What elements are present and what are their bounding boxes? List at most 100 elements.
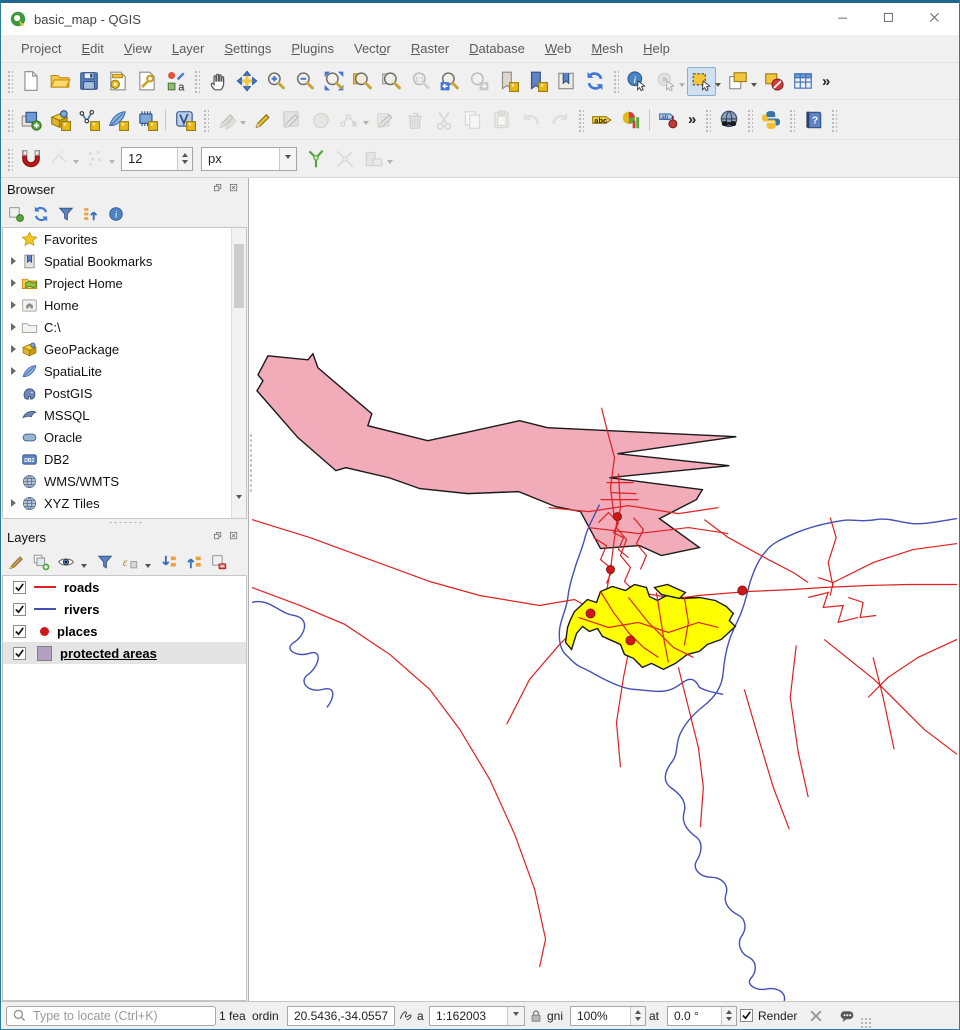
menu-plugins[interactable]: Plugins: [281, 35, 344, 62]
deselect-all-button[interactable]: [759, 67, 788, 96]
select-features-button[interactable]: [687, 67, 716, 96]
collapse-all-button[interactable]: [185, 553, 203, 571]
browser-item-oracle[interactable]: Oracle: [3, 426, 246, 448]
layer-checkbox[interactable]: [13, 625, 26, 638]
new-print-layout-button[interactable]: [103, 67, 132, 96]
expand-arrow-icon[interactable]: [9, 499, 21, 507]
zoom-to-selection-button[interactable]: [348, 67, 377, 96]
stop-render-icon[interactable]: [808, 1008, 824, 1024]
toolbar-overflow-button[interactable]: »: [683, 111, 701, 128]
pin-unpin-labels-button[interactable]: ab: [654, 105, 683, 134]
styling-brush-button[interactable]: [7, 553, 25, 571]
layer-item-protected-areas[interactable]: protected areas: [3, 642, 246, 664]
open-project-button[interactable]: [45, 67, 74, 96]
panel-splitter[interactable]: [1, 519, 248, 526]
toolbar-grip[interactable]: [830, 108, 837, 132]
layers-close-icon[interactable]: [229, 531, 242, 544]
new-shapefile-layer-button[interactable]: *: [74, 105, 103, 134]
map-canvas[interactable]: [248, 178, 959, 1001]
select-features-dropdown[interactable]: [715, 83, 721, 90]
layer-item-rivers[interactable]: rivers: [3, 598, 246, 620]
browser-item-geopackage[interactable]: GeoPackage: [3, 338, 246, 360]
remove-layer-button[interactable]: [210, 553, 228, 571]
enable-snapping-button[interactable]: [16, 144, 45, 173]
new-spatial-bookmark-button[interactable]: *: [493, 67, 522, 96]
pan-map-button[interactable]: [203, 67, 232, 96]
style-manager-button[interactable]: a: [161, 67, 190, 96]
new-spatialite-layer-button[interactable]: *: [103, 105, 132, 134]
browser-close-icon[interactable]: [229, 183, 242, 196]
open-attribute-table-button[interactable]: [788, 67, 817, 96]
toolbar-grip[interactable]: [202, 108, 209, 132]
python-console-button[interactable]: [756, 105, 785, 134]
new-project-button[interactable]: [16, 67, 45, 96]
layer-checkbox[interactable]: [13, 603, 26, 616]
messages-icon[interactable]: [839, 1008, 855, 1024]
add-group-button[interactable]: [32, 553, 50, 571]
filter-browser-button[interactable]: [57, 205, 75, 223]
layer-item-roads[interactable]: roads: [3, 576, 246, 598]
browser-item-xyz-tiles[interactable]: XYZ Tiles: [3, 492, 246, 514]
expand-arrow-icon[interactable]: [9, 323, 21, 331]
menu-database[interactable]: Database: [459, 35, 535, 62]
menu-layer[interactable]: Layer: [162, 35, 215, 62]
browser-item-project-home[interactable]: Project Home: [3, 272, 246, 294]
minimize-button[interactable]: [821, 3, 867, 35]
menu-mesh[interactable]: Mesh: [581, 35, 633, 62]
menu-web[interactable]: Web: [535, 35, 582, 62]
browser-item-db2[interactable]: DB2DB2: [3, 448, 246, 470]
browser-panel-header[interactable]: Browser: [1, 178, 248, 201]
rotation-spinner[interactable]: 0.0 °: [667, 1006, 737, 1026]
locator-search-input[interactable]: Type to locate (Ctrl+K): [6, 1006, 216, 1026]
browser-item-c--[interactable]: C:\: [3, 316, 246, 338]
layers-float-icon[interactable]: [213, 531, 226, 544]
toolbar-grip[interactable]: [612, 69, 619, 93]
browser-float-icon[interactable]: [213, 183, 226, 196]
menu-raster[interactable]: Raster: [401, 35, 459, 62]
magnifier-spinner[interactable]: 100%: [570, 1006, 646, 1026]
expand-arrow-icon[interactable]: [9, 279, 21, 287]
layers-panel-header[interactable]: Layers: [1, 526, 248, 549]
new-temporary-scratch-layer-button[interactable]: *: [132, 105, 161, 134]
new-geopackage-layer-button[interactable]: *: [45, 105, 74, 134]
scale-combobox[interactable]: 1:162003: [429, 1006, 525, 1026]
menu-edit[interactable]: Edit: [71, 35, 113, 62]
scrollbar-thumb[interactable]: [234, 244, 244, 308]
menu-help[interactable]: Help: [633, 35, 680, 62]
menu-project[interactable]: Project: [11, 35, 71, 62]
menu-vector[interactable]: Vector: [344, 35, 401, 62]
resize-grip[interactable]: [860, 1017, 872, 1029]
zoom-in-button[interactable]: [261, 67, 290, 96]
scroll-down-icon[interactable]: [236, 495, 242, 517]
layer-checkbox[interactable]: [13, 581, 26, 594]
add-selected-layers-button[interactable]: [7, 205, 25, 223]
extent-toggle-icon[interactable]: [398, 1008, 414, 1024]
data-source-manager-button[interactable]: [16, 105, 45, 134]
collapse-all-tree-button[interactable]: [82, 205, 100, 223]
canvas-splitter-grip[interactable]: [249, 433, 254, 493]
browser-item-wms-wmts[interactable]: WMS/WMTS: [3, 470, 246, 492]
pan-to-selection-button[interactable]: [232, 67, 261, 96]
toolbar-grip[interactable]: [704, 108, 711, 132]
menu-view[interactable]: View: [114, 35, 162, 62]
expand-arrow-icon[interactable]: [9, 367, 21, 375]
filter-expression-dropdown[interactable]: [145, 564, 151, 571]
toggle-editing-button[interactable]: [248, 105, 277, 134]
layer-item-places[interactable]: places: [3, 620, 246, 642]
maximize-button[interactable]: [867, 3, 913, 35]
browser-item-favorites[interactable]: Favorites: [3, 228, 246, 250]
lock-scale-icon[interactable]: [528, 1008, 544, 1024]
snapping-units-combobox[interactable]: px: [201, 147, 297, 171]
refresh-map-button[interactable]: [580, 67, 609, 96]
titlebar[interactable]: basic_map - QGIS: [1, 3, 959, 35]
expand-arrow-icon[interactable]: [9, 345, 21, 353]
snapping-tolerance-spinbox[interactable]: 12: [121, 147, 193, 171]
toolbar-overflow-button[interactable]: »: [817, 73, 835, 90]
close-button[interactable]: [913, 3, 959, 35]
filter-legend-button[interactable]: [96, 553, 114, 571]
toolbar-grip[interactable]: [788, 108, 795, 132]
select-by-value-button[interactable]: [723, 67, 752, 96]
map-themes-button[interactable]: [57, 553, 75, 571]
zoom-last-button[interactable]: [435, 67, 464, 96]
toolbar-grip[interactable]: [6, 108, 13, 132]
